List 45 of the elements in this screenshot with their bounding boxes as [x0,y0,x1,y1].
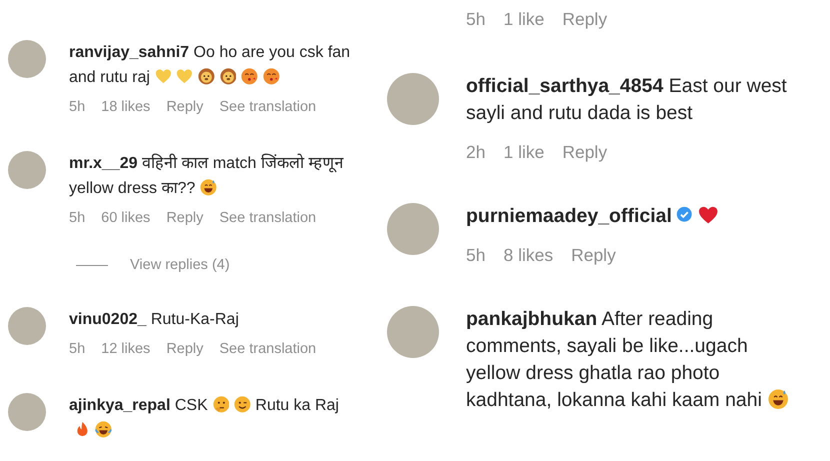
comment-text: ajinkya_repal CSK Rutu ka Raj [69,393,351,443]
see-translation-link[interactable]: See translation [219,339,316,359]
comment-text: ranvijay_sahni7 Oo ho are you csk fan and rutu raj [69,43,351,88]
comment-text: official_sarthya_4854 East our west sayli and rutu dada is best [466,74,788,126]
comment-time: 2h [466,141,486,163]
likes-count[interactable]: 18 likes [101,97,150,117]
reply-link[interactable]: Reply [562,141,608,163]
comment-time: 5h [69,98,86,117]
comment-time: 5h [466,244,486,266]
avatar-photo-placeholder[interactable] [8,40,46,78]
lion-face-icon [220,68,236,85]
kissing-face-icon [241,68,258,85]
comment-time: 5h [466,8,486,30]
likes-count[interactable]: 8 likes [503,244,554,266]
lion-face-icon [198,68,215,85]
comment-text: mr.x__29 वहिनी काल match जिंकलो म्हणून yellow dress का?? [69,152,345,199]
comment-text: purniemaadey_official [466,203,791,230]
see-translation-link[interactable]: See translation [219,97,316,117]
grinning-sweat-face-icon [200,178,217,196]
avatar-photo-placeholder[interactable] [8,393,46,431]
comment-time: 5h [69,340,86,359]
comment-time: 5h [69,209,86,228]
reply-link[interactable]: Reply [166,97,204,117]
winking-face-icon [234,396,251,413]
see-translation-link[interactable]: See translation [219,208,316,228]
avatar-photo-placeholder[interactable] [387,73,439,125]
likes-count[interactable]: 60 likes [101,208,150,228]
reply-link[interactable]: Reply [166,339,204,359]
avatar-photo-placeholder[interactable] [8,151,46,189]
likes-count[interactable]: 1 like [503,8,544,30]
avatar-photo-placeholder[interactable] [8,307,46,345]
reply-link[interactable]: Reply [166,208,204,228]
reply-link[interactable]: Reply [562,8,608,30]
avatar-photo-placeholder[interactable] [387,306,439,358]
comment-text: pankajbhukan After reading comments, sayali be like...ugach yellow dress ghatla rao photo kadhtana, lokanna kahi kaam nahi [466,306,791,414]
laughing-face-icon [95,420,112,438]
likes-count[interactable]: 12 likes [101,339,150,359]
comment-text: vinu0202_ Rutu-Ka-Raj [69,310,240,330]
kissing-face-icon [262,68,280,85]
grinning-sweat-face-icon [768,388,788,410]
thinking-face-icon [212,396,230,413]
view-replies-link[interactable]: View replies (4) [130,255,230,275]
avatar-photo-placeholder[interactable] [387,203,439,255]
reply-link[interactable]: Reply [571,244,616,266]
likes-count[interactable]: 1 like [503,141,544,163]
